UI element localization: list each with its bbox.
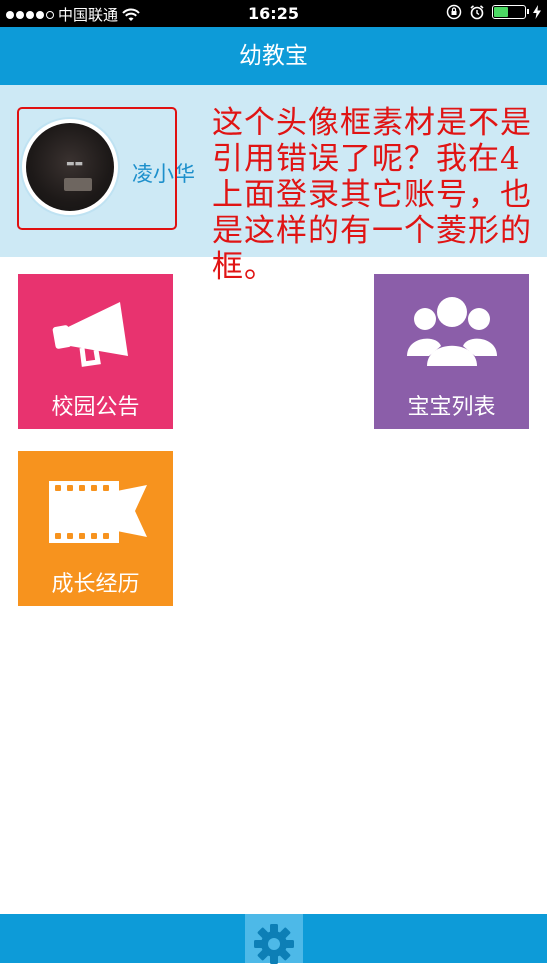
megaphone-icon <box>52 302 128 367</box>
tile-label: 成长经历 <box>51 572 140 597</box>
tile-baby-list[interactable]: 宝宝列表 <box>374 274 529 429</box>
page-title: 幼教宝 <box>239 43 308 69</box>
bottom-tab-bar <box>0 914 547 964</box>
annotation-note: 这个头像框素材是不是引用错误了呢？我在4上面登录其它账号，也是这样的有一个菱形的… <box>212 105 532 285</box>
battery-icon <box>492 5 529 19</box>
alarm-icon <box>470 5 484 20</box>
annotation-highlight-box <box>17 107 177 230</box>
status-bar: 中国联通 16:25 <box>0 0 547 27</box>
film-icon <box>49 481 147 543</box>
tile-label: 校园公告 <box>51 395 140 420</box>
tile-label: 宝宝列表 <box>407 395 496 420</box>
nav-bar: 幼教宝 <box>0 27 547 85</box>
tile-school-announcements[interactable]: 校园公告 <box>18 274 173 429</box>
settings-tab[interactable] <box>245 914 303 964</box>
tile-growth-history[interactable]: 成长经历 <box>18 451 173 606</box>
charging-icon <box>533 5 541 19</box>
status-right <box>446 4 541 20</box>
gear-icon <box>254 924 294 964</box>
people-icon <box>407 297 497 366</box>
rotation-lock-icon <box>446 4 462 20</box>
